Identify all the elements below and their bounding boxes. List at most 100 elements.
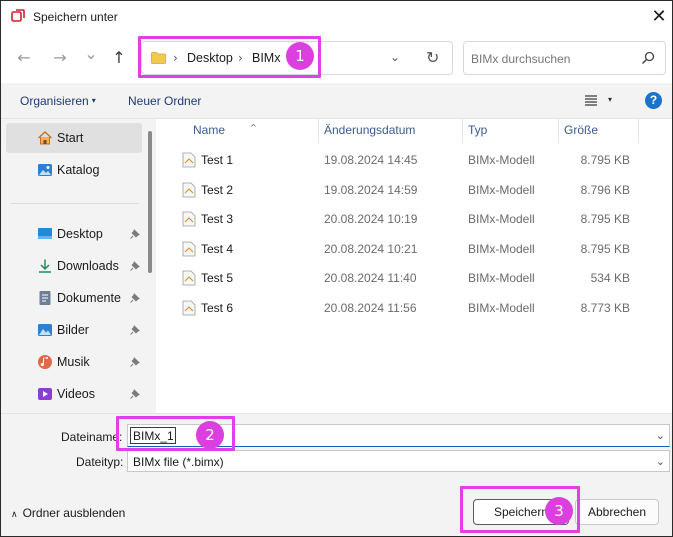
filename-dropdown-chevron-icon[interactable]: ⌄ [656, 429, 665, 442]
refresh-icon[interactable]: ↻ [426, 48, 439, 67]
pin-icon[interactable] [130, 356, 141, 367]
sidebar-item-label: Downloads [57, 259, 119, 273]
sidebar-item-videos[interactable]: Videos [6, 379, 142, 409]
pin-icon[interactable] [130, 324, 141, 335]
step-badge-1: 1 [286, 42, 314, 70]
command-toolbar: Organisieren ▾ Neuer Ordner ▾ ? [1, 83, 672, 119]
hide-folders-button[interactable]: ∧ Ordner ausblenden [11, 506, 125, 520]
cancel-button[interactable]: Abbrechen [575, 499, 659, 525]
sidebar-item-desktop[interactable]: Desktop [6, 219, 142, 249]
file-date: 20.08.2024 11:56 [324, 301, 417, 315]
sidebar-item-start[interactable]: Start [6, 123, 142, 153]
sidebar-item-label: Bilder [57, 323, 89, 337]
search-icon [641, 51, 655, 65]
file-type: BIMx-Modell [468, 271, 535, 285]
file-name: Test 3 [201, 212, 234, 226]
documents-icon [39, 291, 51, 305]
close-icon[interactable]: ✕ [649, 7, 669, 27]
file-row[interactable]: Test 1 19.08.2024 14:45 BIMx-Modell 8.79… [176, 147, 656, 175]
step-badge-3: 3 [545, 497, 573, 525]
filetype-select[interactable]: BIMx file (*.bimx) ⌄ [127, 450, 670, 472]
pin-icon[interactable] [130, 292, 141, 303]
view-caret-down-icon[interactable]: ▾ [608, 95, 612, 104]
pin-icon[interactable] [130, 260, 141, 271]
file-date: 20.08.2024 10:21 [324, 242, 418, 256]
bimx-file-icon [182, 182, 196, 198]
column-header-type[interactable]: Typ [468, 123, 487, 137]
file-row[interactable]: Test 6 20.08.2024 11:56 BIMx-Modell 8.77… [176, 295, 656, 323]
file-date: 19.08.2024 14:59 [324, 183, 418, 197]
desktop-icon [38, 228, 52, 239]
file-row[interactable]: Test 3 20.08.2024 10:19 BIMx-Modell 8.79… [176, 206, 656, 234]
pin-icon[interactable] [130, 228, 141, 239]
file-name: Test 2 [201, 183, 234, 197]
file-date: 20.08.2024 10:19 [324, 212, 418, 226]
file-name: Test 4 [201, 242, 234, 256]
pin-icon[interactable] [130, 388, 141, 399]
back-arrow-icon[interactable]: ← [13, 47, 35, 69]
title-bar: Speichern unter ✕ [1, 1, 672, 33]
filetype-dropdown-chevron-icon[interactable]: ⌄ [656, 455, 665, 468]
sidebar-item-label: Videos [57, 387, 95, 401]
file-row[interactable]: Test 5 20.08.2024 11:40 BIMx-Modell 534 … [176, 265, 656, 293]
sidebar-item-downloads[interactable]: Downloads [6, 251, 142, 281]
save-as-dialog: Speichern unter ✕ ← → ⌄ ↑ › Desktop › BI… [0, 0, 673, 537]
column-divider[interactable] [558, 119, 559, 143]
file-row[interactable]: Test 4 20.08.2024 10:21 BIMx-Modell 8.79… [176, 236, 656, 264]
column-divider[interactable] [462, 119, 463, 143]
sidebar-item-dokumente[interactable]: Dokumente [6, 283, 142, 313]
bimx-file-icon [182, 300, 196, 316]
bimx-file-icon [182, 152, 196, 168]
filename-label: Dateiname: [61, 430, 123, 444]
bimx-file-icon [182, 241, 196, 257]
file-type: BIMx-Modell [468, 212, 535, 226]
sidebar-item-label: Dokumente [57, 291, 121, 305]
file-size: 8.796 KB [580, 183, 630, 197]
search-placeholder: BIMx durchsuchen [471, 52, 571, 66]
filetype-value: BIMx file (*.bimx) [133, 455, 224, 469]
sidebar-item-label: Katalog [57, 163, 100, 177]
help-icon[interactable]: ? [645, 92, 662, 109]
file-size: 8.795 KB [580, 212, 630, 226]
forward-arrow-icon[interactable]: → [49, 47, 71, 69]
sidebar-item-musik[interactable]: Musik [6, 347, 142, 377]
organize-label: Organisieren [20, 94, 89, 108]
file-size: 8.795 KB [580, 153, 630, 167]
file-name: Test 5 [201, 271, 234, 285]
file-type: BIMx-Modell [468, 183, 535, 197]
gallery-icon [38, 164, 52, 176]
hide-folders-label: Ordner ausblenden [22, 506, 126, 520]
sidebar-item-katalog[interactable]: Katalog [6, 155, 142, 185]
window-title: Speichern unter [33, 10, 118, 24]
chevron-up-icon: ∧ [11, 510, 18, 520]
sidebar-item-label: Musik [57, 355, 90, 369]
search-input[interactable]: BIMx durchsuchen [463, 41, 666, 75]
column-header-size[interactable]: Größe [564, 123, 598, 137]
column-header-date[interactable]: Änderungsdatum [324, 123, 415, 137]
new-folder-button[interactable]: Neuer Ordner [128, 94, 201, 108]
sort-ascending-icon: ^ [250, 123, 257, 132]
column-header-name[interactable]: Name [193, 123, 225, 137]
sidebar-scrollbar[interactable] [148, 131, 152, 273]
sidebar-item-label: Desktop [57, 227, 103, 241]
file-type: BIMx-Modell [468, 242, 535, 256]
file-size: 8.795 KB [580, 242, 630, 256]
recent-locations-chevron-icon[interactable]: ⌄ [80, 43, 102, 65]
bimx-file-icon [182, 270, 196, 286]
home-icon [38, 131, 52, 145]
sidebar-item-bilder[interactable]: Bilder [6, 315, 142, 345]
up-arrow-icon[interactable]: ↑ [108, 47, 130, 69]
videos-icon [38, 388, 52, 400]
column-divider[interactable] [318, 119, 319, 143]
file-row[interactable]: Test 2 19.08.2024 14:59 BIMx-Modell 8.79… [176, 177, 656, 205]
caret-down-icon: ▾ [91, 96, 96, 105]
column-header-row: Name ^ Änderungsdatum Typ Größe [156, 119, 672, 143]
sidebar-divider [11, 203, 139, 204]
column-divider[interactable] [638, 119, 639, 143]
bimx-file-icon [182, 211, 196, 227]
organize-menu[interactable]: Organisieren ▾ [20, 94, 96, 108]
pictures-icon [38, 324, 52, 336]
view-options-icon[interactable] [584, 93, 598, 107]
address-dropdown-chevron-icon[interactable]: ⌄ [390, 50, 400, 64]
filetype-label: Dateityp: [76, 455, 124, 469]
